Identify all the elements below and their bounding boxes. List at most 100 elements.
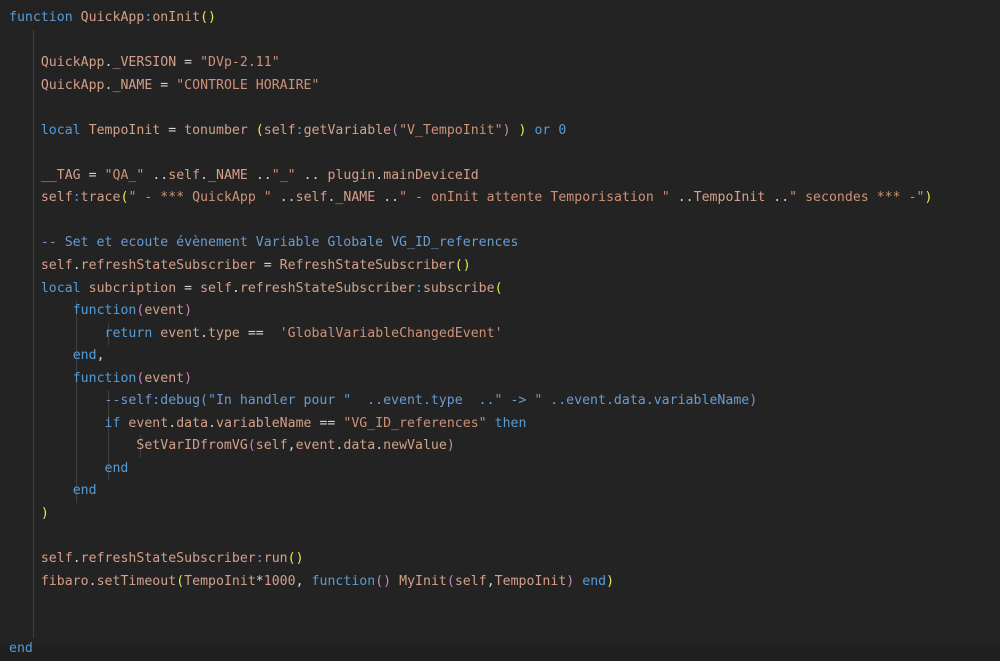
token-kw: function	[9, 10, 73, 25]
token-pm: )	[184, 370, 193, 386]
token-py: (	[176, 573, 185, 589]
token-ident: _NAME	[335, 190, 376, 206]
token-op: ..	[383, 190, 400, 206]
code-surface[interactable]: function QuickApp:onInit() QuickApp._VER…	[0, 7, 1000, 661]
token-py: )	[924, 190, 933, 206]
indent-guide	[33, 593, 34, 616]
token-kw: function	[311, 573, 376, 589]
indent-guide	[33, 97, 34, 120]
token-ident: _VERSION	[112, 55, 177, 71]
code-line[interactable]: end,	[0, 345, 1000, 368]
code-line-text: end	[9, 483, 97, 498]
token-punc: :	[72, 190, 81, 206]
token-py: ()	[454, 258, 471, 274]
indent-guide	[33, 615, 34, 639]
token-op	[248, 168, 256, 183]
token-str: "DVp-2.11"	[200, 55, 280, 71]
code-line-text: end,	[9, 348, 105, 363]
indent-guide	[33, 209, 34, 233]
token-pm: ()	[375, 573, 392, 589]
token-op: ..	[255, 167, 272, 183]
token-ident: onInit	[152, 10, 201, 25]
token-ident: trace	[80, 190, 121, 206]
indent-guide	[33, 29, 34, 53]
code-line-text: return event.type == 'GlobalVariableChan…	[9, 326, 503, 341]
code-line[interactable]: __TAG = "QA_" ..self._NAME .."_" .. plug…	[0, 164, 1000, 188]
token-ident: QuickApp	[40, 55, 105, 71]
token-pm: )	[446, 438, 455, 454]
token-kw: or	[534, 122, 551, 138]
token-ident: QuickApp	[40, 77, 105, 93]
code-line[interactable]	[0, 209, 1000, 233]
code-line[interactable]	[0, 97, 1000, 120]
token-op	[9, 281, 41, 296]
token-op	[272, 326, 280, 341]
token-op: .	[88, 573, 97, 589]
token-op: .	[200, 325, 209, 341]
token-ident: subscribe	[422, 280, 495, 296]
code-line-text: )	[9, 506, 49, 521]
code-line[interactable]: function(event)	[0, 300, 1000, 323]
code-line[interactable]: SetVarIDfromVG(self,event.data.newValue)	[0, 435, 1000, 458]
code-line[interactable]	[0, 615, 1000, 639]
code-line-text: QuickApp._VERSION = "DVp-2.11"	[9, 55, 280, 70]
code-line[interactable]	[0, 142, 1000, 165]
code-line[interactable]: local TempoInit = tonumber (self:getVari…	[0, 119, 1000, 143]
token-str: "CONTROLE HORAIRE"	[176, 77, 320, 93]
code-line[interactable]: self.refreshStateSubscriber = RefreshSta…	[0, 255, 1000, 278]
indent-guide	[33, 525, 34, 549]
code-line[interactable]: -- Set et ecoute évènement Variable Glob…	[0, 232, 1000, 256]
token-ident: self	[168, 167, 201, 183]
token-ident: TempoInit	[693, 190, 766, 206]
token-op: .	[208, 415, 216, 431]
token-op: .	[168, 415, 177, 431]
token-ident: _NAME	[208, 167, 248, 183]
token-str: "QA_"	[104, 167, 145, 183]
token-op: =	[168, 122, 185, 138]
code-line[interactable]: QuickApp._VERSION = "DVp-2.11"	[0, 52, 1000, 75]
code-line[interactable]: self:trace(" - *** QuickApp " ..self._NA…	[0, 187, 1000, 210]
token-cmt: -- Set et ecoute évènement Variable Glob…	[40, 235, 519, 251]
code-line-text: self:trace(" - *** QuickApp " ..self._NA…	[9, 190, 933, 206]
token-op	[9, 461, 105, 476]
code-line[interactable]: if event.data.variableName == "VG_ID_ref…	[0, 412, 1000, 436]
code-line-text: function(event)	[9, 371, 192, 386]
code-line[interactable]: return event.type == 'GlobalVariableChan…	[0, 322, 1000, 346]
code-line[interactable]: end	[0, 638, 1000, 661]
token-ident: _NAME	[112, 77, 153, 93]
code-line[interactable]: )	[0, 503, 1000, 526]
code-line[interactable]	[0, 593, 1000, 616]
token-op: ..	[152, 167, 169, 183]
code-line[interactable]: --self:debug("In handler pour " ..event.…	[0, 390, 1000, 413]
code-editor[interactable]: function QuickApp:onInit() QuickApp._VER…	[0, 0, 1000, 656]
code-line-text: fibaro.setTimeout(TempoInit*1000, functi…	[9, 574, 614, 589]
token-op	[9, 438, 136, 453]
token-op	[9, 168, 41, 183]
code-line[interactable]: local subcription = self.refreshStateSub…	[0, 277, 1000, 301]
token-op: .	[72, 551, 81, 567]
code-line[interactable]: function QuickApp:onInit()	[0, 7, 1000, 30]
code-line[interactable]: fibaro.setTimeout(TempoInit*1000, functi…	[0, 570, 1000, 594]
code-line[interactable]	[0, 29, 1000, 53]
token-op	[511, 123, 519, 138]
code-line-text: function QuickApp:onInit()	[9, 10, 216, 25]
token-ident: self	[40, 258, 73, 274]
code-line[interactable]: function(event)	[0, 367, 1000, 391]
token-ident: event	[295, 438, 336, 454]
token-kw: local	[40, 280, 81, 296]
code-line[interactable]: self.refreshStateSubscriber:run()	[0, 548, 1000, 571]
indent-guide	[33, 142, 34, 165]
token-pm: )	[184, 303, 193, 319]
token-kw: end	[72, 483, 97, 499]
token-op	[9, 55, 41, 70]
token-op	[9, 123, 41, 138]
token-op: =	[152, 77, 177, 93]
code-line[interactable]: end	[0, 480, 1000, 504]
token-op: .	[375, 438, 384, 454]
code-line[interactable]: QuickApp._NAME = "CONTROLE HORAIRE"	[0, 74, 1000, 98]
code-line[interactable]: end	[0, 457, 1000, 481]
code-line[interactable]	[0, 525, 1000, 549]
token-op	[375, 190, 383, 205]
token-op: ..	[773, 190, 790, 206]
token-kw: return	[104, 325, 153, 341]
